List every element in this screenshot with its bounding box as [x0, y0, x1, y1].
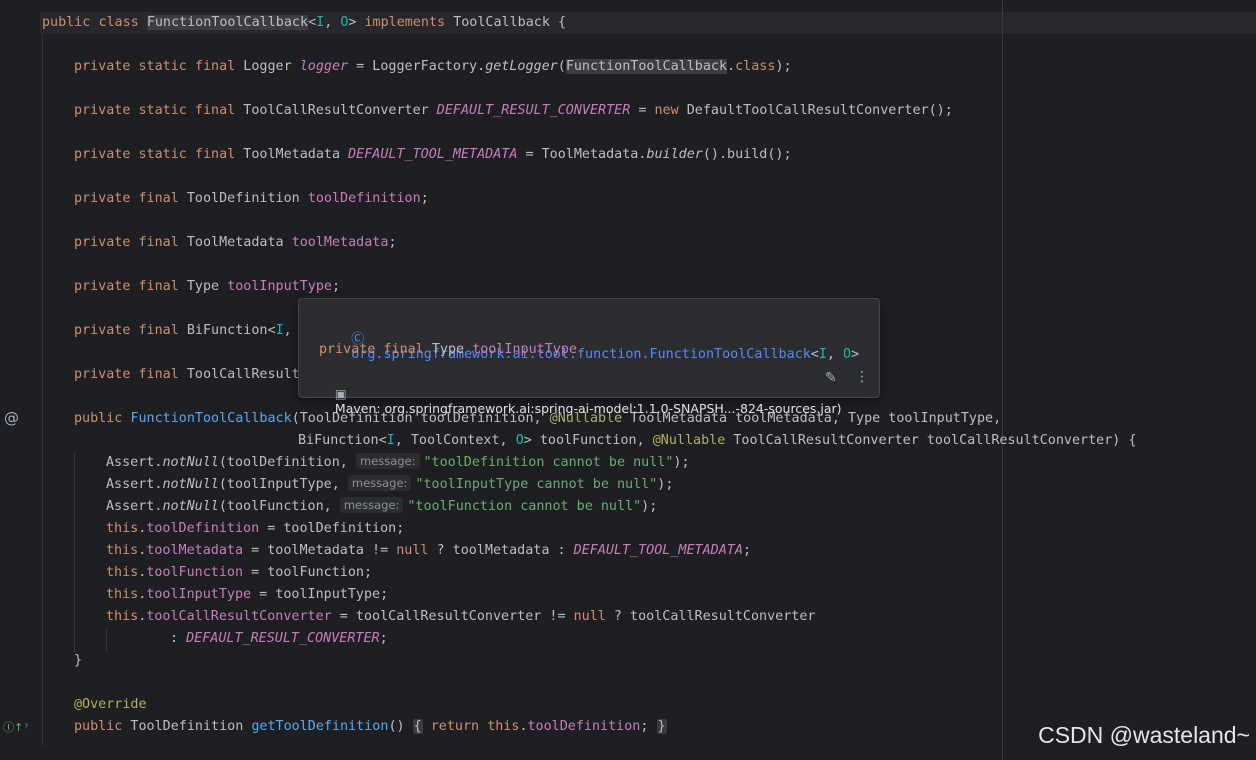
code-line-assign-definition[interactable]: this.toolDefinition = toolDefinition;	[106, 518, 404, 540]
code-line-logger[interactable]: private static final Logger logger = Log…	[74, 56, 792, 78]
code-line-field-metadata[interactable]: private final ToolMetadata toolMetadata;	[74, 232, 397, 254]
code-line-assign-input-type[interactable]: this.toolInputType = toolInputType;	[106, 584, 388, 606]
fold-chevron-icon[interactable]: ›	[24, 718, 29, 732]
quick-documentation-popup[interactable]: Ⓒ org.springframework.ai.tool.function.F…	[298, 298, 880, 416]
gutter	[0, 0, 40, 760]
right-margin-guide	[1002, 0, 1003, 760]
class-name: FunctionToolCallback	[146, 15, 309, 30]
parameter-hint: message:	[347, 475, 412, 491]
code-line-default-metadata[interactable]: private static final ToolMetadata DEFAUL…	[74, 144, 792, 166]
code-line-constructor-params[interactable]: BiFunction<I, ToolContext, O> toolFuncti…	[298, 430, 1136, 452]
code-line-field-function[interactable]: private final BiFunction<I,	[74, 320, 300, 342]
popup-declaration: private final Type toolInputType	[319, 342, 577, 357]
code-line-assign-converter[interactable]: this.toolCallResultConverter = toolCallR…	[106, 606, 815, 628]
code-line-override-annotation[interactable]: @Override	[74, 694, 147, 716]
watermark: CSDN @wasteland~	[1038, 722, 1250, 748]
code-line-assign-metadata[interactable]: this.toolMetadata = toolMetadata != null…	[106, 540, 751, 562]
code-line-field-definition[interactable]: private final ToolDefinition toolDefinit…	[74, 188, 429, 210]
indent-guide	[106, 628, 107, 652]
code-line-closing-brace[interactable]: }	[74, 650, 82, 672]
code-line-getter[interactable]: public ToolDefinition getToolDefinition(…	[74, 716, 667, 738]
indent-guide	[74, 452, 75, 652]
code-line-assign-converter-continued[interactable]: : DEFAULT_RESULT_CONVERTER;	[170, 628, 388, 650]
code-line-assert-function[interactable]: Assert.notNull(toolFunction, message: "to…	[106, 496, 657, 518]
code-line-assert-input-type[interactable]: Assert.notNull(toolInputType, message: "t…	[106, 474, 673, 496]
code-line-field-input-type[interactable]: private final Type toolInputType;	[74, 276, 340, 298]
popup-source-info: ▣ Maven: org.springframework.ai:spring-a…	[334, 386, 842, 416]
annotation-at-icon[interactable]: @	[4, 409, 19, 427]
parameter-hint: message:	[355, 453, 420, 469]
implements-method-icon[interactable]: Ⓘ↑	[3, 719, 23, 735]
library-jar-icon: ▣	[334, 386, 347, 401]
folded-region: }	[656, 719, 667, 734]
code-line-assert-definition[interactable]: Assert.notNull(toolDefinition, message: "…	[106, 452, 690, 474]
more-options-icon[interactable]: ⋮	[855, 369, 869, 385]
folded-region: {	[412, 719, 423, 734]
indent-guide	[42, 34, 43, 746]
code-line-default-converter[interactable]: private static final ToolCallResultConve…	[74, 100, 953, 122]
edit-source-icon[interactable]: ✎	[825, 370, 837, 386]
code-line-class-declaration[interactable]: public class FunctionToolCallback<I, O> …	[42, 12, 566, 34]
parameter-hint: message:	[339, 497, 404, 513]
code-line-field-converter[interactable]: private final ToolCallResult	[74, 364, 300, 386]
code-line-assign-function[interactable]: this.toolFunction = toolFunction;	[106, 562, 372, 584]
